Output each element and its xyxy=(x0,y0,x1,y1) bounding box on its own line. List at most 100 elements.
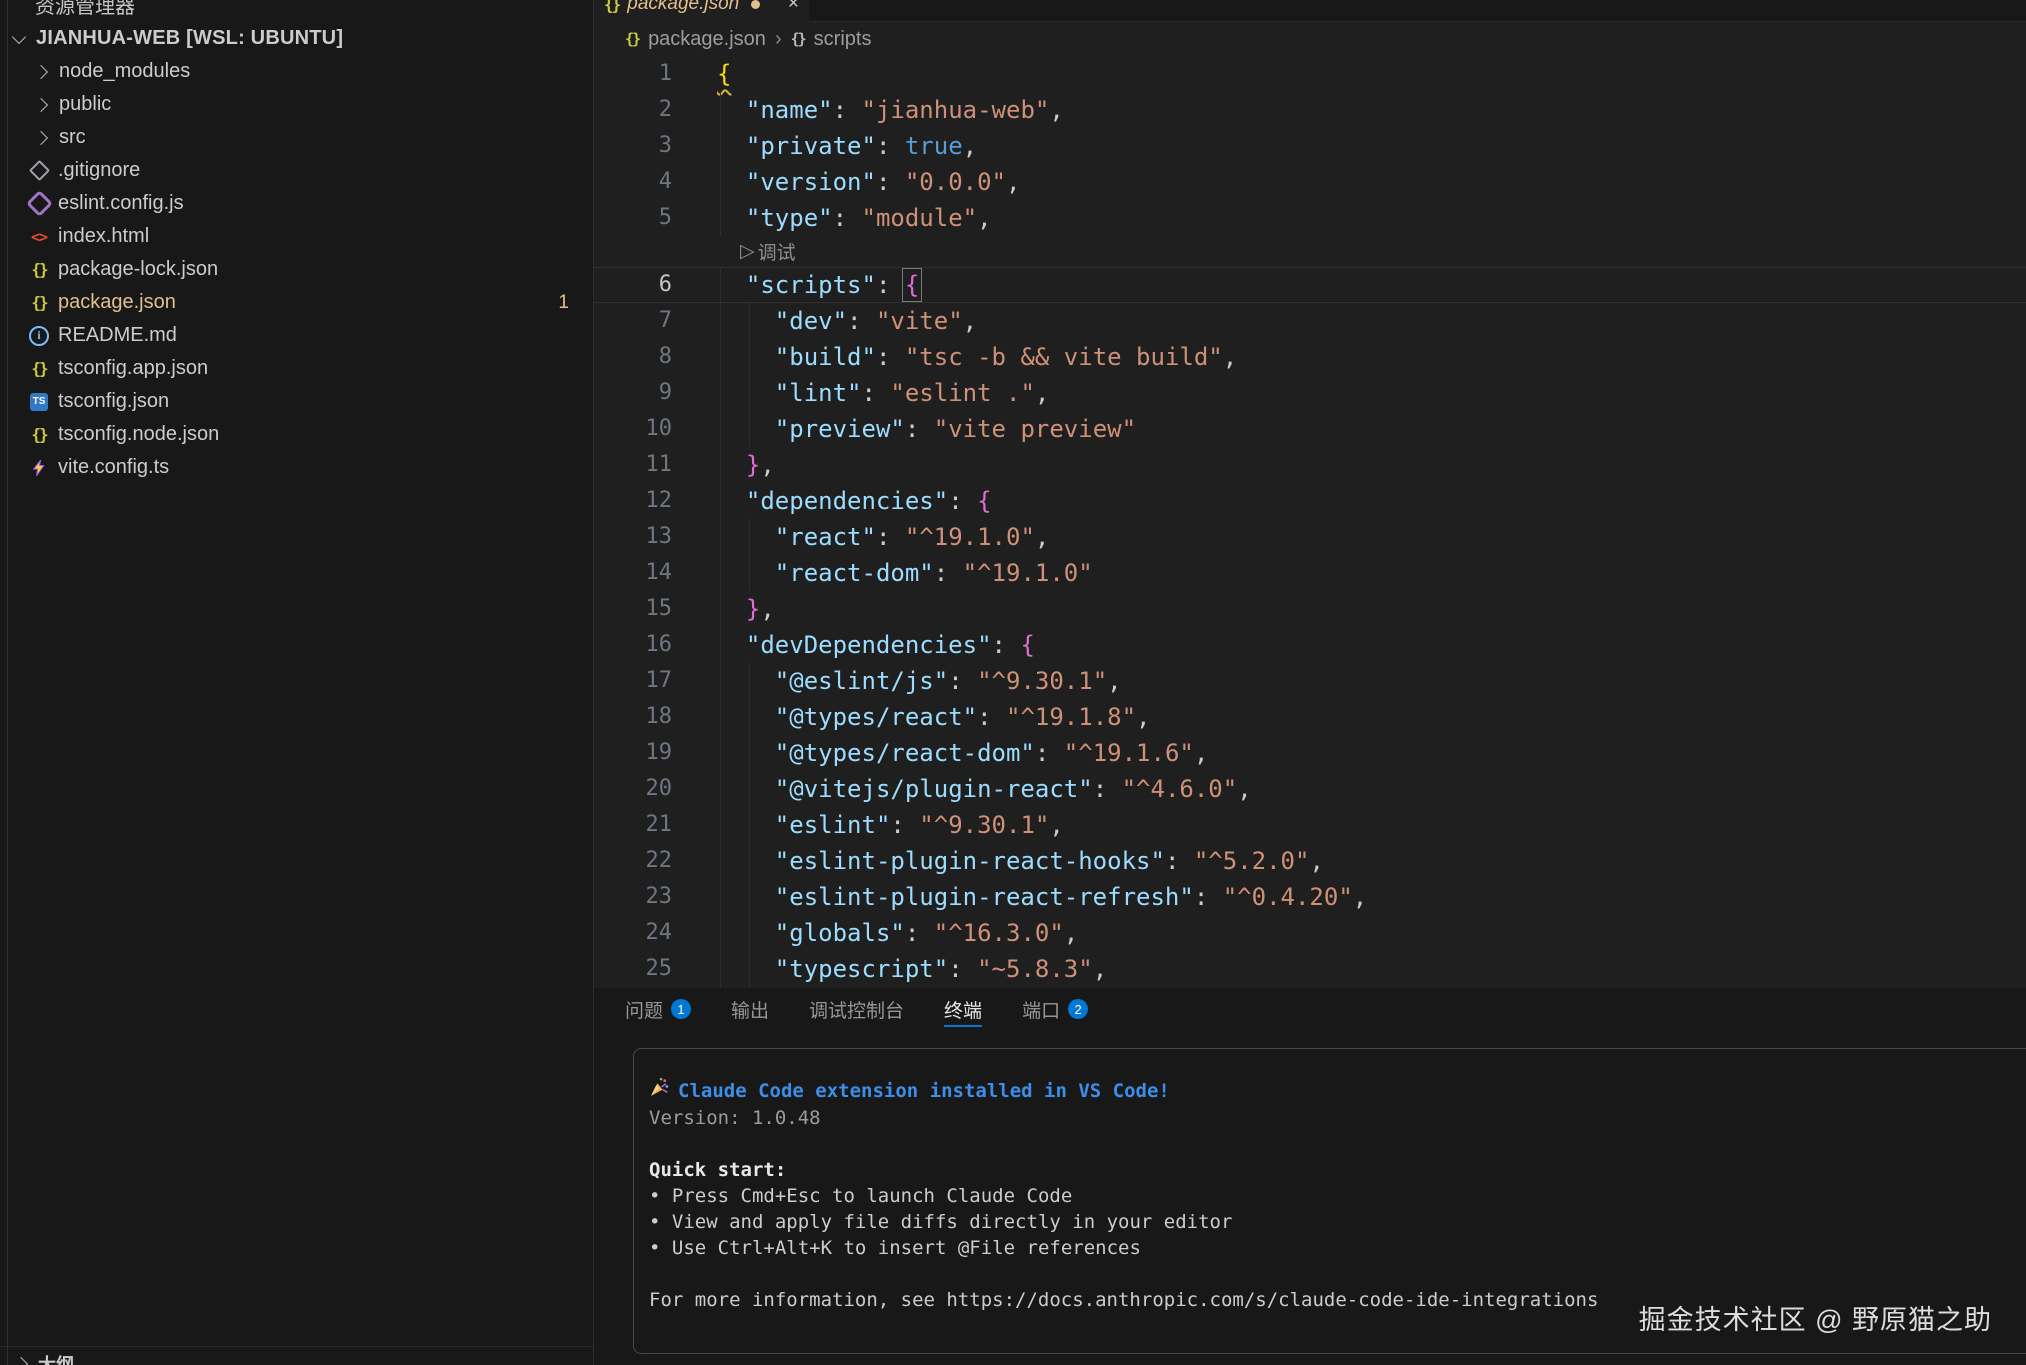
code-editor[interactable]: 1{2"name": "jianhua-web",3"private": tru… xyxy=(594,56,2026,988)
file-item-tsconfig.json[interactable]: TS tsconfig.json xyxy=(0,385,593,418)
panel-tab-终端[interactable]: 终端 xyxy=(944,988,982,1030)
folder-item-public[interactable]: public xyxy=(0,88,593,121)
file-item-README.md[interactable]: iREADME.md xyxy=(0,319,593,352)
file-item-package.json[interactable]: {}package.json1 xyxy=(0,286,593,319)
line-number: 13 xyxy=(594,519,672,555)
token-p: : xyxy=(833,204,862,232)
token-str: "vite preview" xyxy=(934,415,1136,443)
code-line: 12"dependencies": { xyxy=(594,483,2026,519)
editor-tab-bar: {} package.json × xyxy=(594,0,2026,22)
file-label: eslint.config.js xyxy=(58,192,184,215)
token-p: , xyxy=(977,204,991,232)
terminal-bullet-line: • View and apply file diffs directly in … xyxy=(649,1209,1989,1235)
panel-tab-调试控制台[interactable]: 调试控制台 xyxy=(809,988,904,1030)
token-str: "^19.1.8" xyxy=(1006,703,1136,731)
code-text: { xyxy=(717,56,731,92)
party-popper-icon xyxy=(649,1077,670,1105)
outline-section[interactable]: 大纲 xyxy=(0,1349,593,1365)
token-p: : xyxy=(948,667,977,695)
token-key: "devDependencies" xyxy=(746,631,992,659)
terminal-bullet-line: • Press Cmd+Esc to launch Claude Code xyxy=(649,1183,1989,1209)
line-number: 15 xyxy=(594,591,672,627)
token-p: , xyxy=(963,132,977,160)
token-p: : xyxy=(876,168,905,196)
folder-item-src[interactable]: src xyxy=(0,121,593,154)
line-number: 11 xyxy=(594,447,672,483)
vscode-window: 资源管理器 JIANHUA-WEB [WSL: UBUNTU]node_modu… xyxy=(0,0,2026,1365)
indent-guide xyxy=(749,411,750,447)
file-item-.gitignore[interactable]: .gitignore xyxy=(0,154,593,187)
code-text: "dependencies": { xyxy=(746,483,992,519)
indent-guide xyxy=(749,771,750,807)
line-number: 24 xyxy=(594,915,672,951)
panel-tab-问题[interactable]: 问题1 xyxy=(625,988,691,1030)
panel-tab-端口[interactable]: 端口2 xyxy=(1022,988,1088,1030)
file-item-package-lock.json[interactable]: {}package-lock.json xyxy=(0,253,593,286)
token-p: : xyxy=(876,523,905,551)
token-p: , xyxy=(1237,775,1251,803)
indent-guide xyxy=(749,807,750,843)
panel-tab-输出[interactable]: 输出 xyxy=(731,988,769,1030)
token-str: "eslint ." xyxy=(890,379,1035,407)
indent-guide xyxy=(749,663,750,699)
token-str: "^0.4.20" xyxy=(1223,883,1353,911)
line-number: 7 xyxy=(594,303,672,339)
html-icon: <> xyxy=(28,226,50,248)
indent-guide xyxy=(720,375,721,411)
token-str: "tsc -b && vite build" xyxy=(905,343,1223,371)
file-item-index.html[interactable]: <>index.html xyxy=(0,220,593,253)
token-key: "type" xyxy=(746,204,833,232)
outline-divider xyxy=(0,1346,594,1347)
code-line: 5"type": "module", xyxy=(594,200,2026,236)
eslint-glyph xyxy=(26,190,53,217)
token-str: "^5.2.0" xyxy=(1194,847,1310,875)
token-key: "version" xyxy=(746,168,876,196)
explorer-root-item[interactable]: JIANHUA-WEB [WSL: UBUNTU] xyxy=(0,22,593,55)
tab-package-json[interactable]: {} package.json × xyxy=(594,0,809,22)
chevron-right-icon xyxy=(14,1357,28,1365)
token-p: , xyxy=(1136,703,1150,731)
json-glyph: {} xyxy=(31,293,46,312)
file-item-eslint.config.js[interactable]: eslint.config.js xyxy=(0,187,593,220)
file-item-vite.config.ts[interactable]: vite.config.ts xyxy=(0,451,593,484)
breadcrumb-section[interactable]: scripts xyxy=(814,28,872,51)
code-line: 21"eslint": "^9.30.1", xyxy=(594,807,2026,843)
terminal-blank-line xyxy=(649,1131,1989,1157)
token-p: , xyxy=(1194,739,1208,767)
line-number: 19 xyxy=(594,735,672,771)
token-p: : xyxy=(948,955,977,983)
token-key: "@eslint/js" xyxy=(775,667,948,695)
indent-guide xyxy=(720,843,721,879)
token-p: , xyxy=(1093,955,1107,983)
token-b1: { xyxy=(717,60,731,88)
tab-title: package.json xyxy=(627,0,739,15)
file-label: README.md xyxy=(58,324,177,347)
close-icon[interactable]: × xyxy=(788,0,799,15)
token-p: : xyxy=(890,811,919,839)
codelens-label: 调试 xyxy=(758,238,796,265)
folder-item-node_modules[interactable]: node_modules xyxy=(0,55,593,88)
token-p: , xyxy=(1006,168,1020,196)
file-label: package-lock.json xyxy=(58,258,218,281)
token-key: "react-dom" xyxy=(775,559,934,587)
file-label: tsconfig.json xyxy=(58,390,169,413)
code-line: 6"scripts": { xyxy=(594,267,2026,303)
line-number: 6 xyxy=(594,267,672,303)
json-file-icon: {} xyxy=(625,30,639,48)
indent-guide xyxy=(720,591,721,627)
code-text: "lint": "eslint .", xyxy=(775,375,1050,411)
breadcrumb-file[interactable]: package.json xyxy=(648,28,766,51)
indent-guide xyxy=(749,915,750,951)
token-b2: { xyxy=(1020,631,1034,659)
panel-tab-badge: 1 xyxy=(671,999,691,1019)
token-p: , xyxy=(1107,667,1121,695)
file-item-tsconfig.node.json[interactable]: {}tsconfig.node.json xyxy=(0,418,593,451)
indent-guide xyxy=(720,879,721,915)
braces-icon: {} xyxy=(791,30,805,48)
codelens-debug[interactable]: ▷ 调试 xyxy=(740,236,796,267)
file-item-tsconfig.app.json[interactable]: {}tsconfig.app.json xyxy=(0,352,593,385)
code-line: 11}, xyxy=(594,447,2026,483)
ts-glyph: TS xyxy=(30,393,48,411)
token-kw: true xyxy=(905,132,963,160)
code-line: 4"version": "0.0.0", xyxy=(594,164,2026,200)
